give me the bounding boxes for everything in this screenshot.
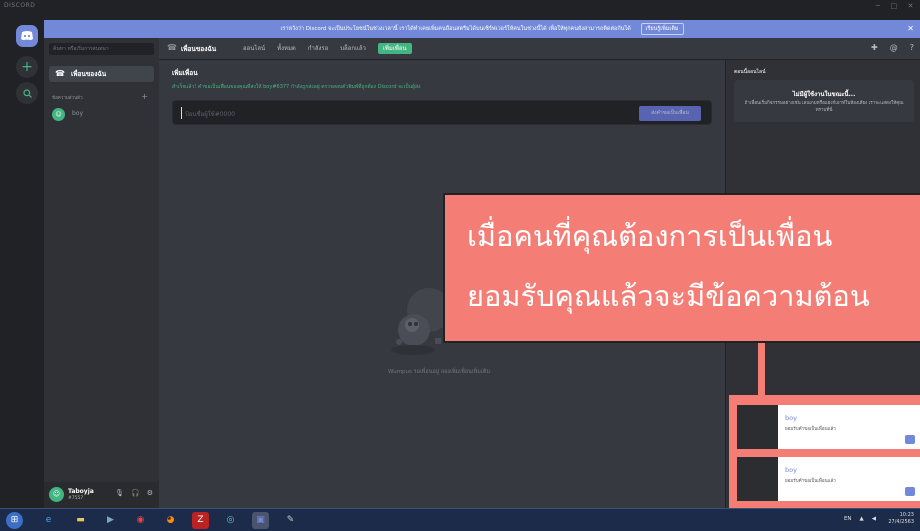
dm-name: boy bbox=[72, 110, 84, 117]
notification-message: ยอมรับคำขอเป็นเพื่อนแล้ว bbox=[785, 479, 836, 484]
volume-icon[interactable]: ◀ bbox=[872, 516, 876, 522]
notification-thumbnail bbox=[737, 405, 778, 449]
windows-taskbar: ⊞ e ▬ ▶ ◉ ◕ Z ◎ ▣ ✎ EN ▲ ◀ 10:23 27/4/25… bbox=[0, 508, 920, 531]
notification-card[interactable]: boy ยอมรับคำขอเป็นเพื่อนแล้ว bbox=[737, 405, 920, 449]
text-caret bbox=[181, 107, 182, 119]
banner-learn-more-link[interactable]: เรียนรู้เพิ่มเติม bbox=[640, 23, 684, 35]
app-icon[interactable]: ◎ bbox=[222, 512, 239, 529]
tab-add-friend[interactable]: เพิ่มเพื่อน bbox=[377, 43, 412, 54]
discord-logo-icon bbox=[905, 435, 915, 444]
language-indicator[interactable]: EN bbox=[844, 516, 852, 522]
close-window-button[interactable]: ✕ bbox=[908, 0, 914, 12]
add-friend-success-message: สำเร็จแล้ว! คำขอเป็นเพื่อนของคุณที่ส่งให… bbox=[172, 84, 421, 90]
tab-pending[interactable]: กำลังรอ bbox=[308, 43, 328, 54]
dm-header: ข้อความส่วนตัว + bbox=[52, 92, 152, 101]
tab-blocked[interactable]: บล็อกแล้ว bbox=[340, 43, 366, 54]
callout-line-1: เมื่อคนที่คุณต้องการเป็นเพื่อน bbox=[467, 219, 833, 253]
headphones-icon[interactable]: 🎧 bbox=[131, 489, 140, 497]
clock[interactable]: 10:23 27/4/2563 bbox=[888, 512, 914, 526]
tab-online[interactable]: ออนไลน์ bbox=[243, 43, 265, 54]
network-icon[interactable]: ▲ bbox=[860, 516, 864, 522]
maximize-button[interactable]: □ bbox=[891, 0, 898, 12]
active-now-body: ถ้าเพื่อนเริ่มกิจกรรมอย่างเช่น เล่นเกมหร… bbox=[744, 101, 904, 113]
media-player-icon[interactable]: ▶ bbox=[102, 512, 119, 529]
internet-explorer-icon[interactable]: e bbox=[40, 512, 57, 529]
notification-card[interactable]: boy ยอมรับคำขอเป็นเพื่อนแล้ว bbox=[737, 457, 920, 501]
home-button[interactable] bbox=[16, 25, 38, 47]
server-list: + bbox=[11, 20, 44, 508]
notification-highlight: boy ยอมรับคำขอเป็นเพื่อนแล้ว boy ยอมรับค… bbox=[729, 395, 920, 511]
add-friend-placeholder: ป้อนชื่อผู้ใช้#0000 bbox=[185, 111, 236, 118]
new-group-dm-icon[interactable]: ✚ bbox=[871, 43, 878, 52]
tutorial-callout: เมื่อคนที่คุณต้องการเป็นเพื่อน ยอมรับคุณ… bbox=[443, 193, 920, 343]
active-now-card: ไม่มีผู้ใช้งานในขณะนี้... ถ้าเพื่อนเริ่ม… bbox=[734, 80, 914, 122]
callout-line-2: ยอมรับคุณแล้วจะมีข้อความต้อน bbox=[467, 279, 870, 313]
clock-date: 27/4/2563 bbox=[888, 519, 914, 525]
start-button[interactable]: ⊞ bbox=[6, 512, 23, 529]
channel-sidebar: ค้นหา หรือเริ่มการสนทนา ☎ เพื่อนของฉัน ข… bbox=[44, 38, 159, 508]
add-friend-title: เพิ่มเพื่อน bbox=[172, 69, 198, 77]
paint-icon[interactable]: ✎ bbox=[282, 512, 299, 529]
notification-sender: boy bbox=[785, 414, 797, 422]
gear-icon[interactable]: ⚙ bbox=[147, 489, 153, 497]
page-title: เพื่อนของฉัน bbox=[181, 45, 217, 53]
filezilla-icon[interactable]: Z bbox=[192, 512, 209, 529]
username: Taboyja bbox=[68, 488, 94, 495]
friends-icon: ☎ bbox=[167, 43, 177, 52]
tab-all[interactable]: ทั้งหมด bbox=[277, 43, 296, 54]
user-tag: #7557 bbox=[68, 496, 84, 501]
friends-icon: ☎ bbox=[55, 69, 65, 78]
discord-taskbar-icon[interactable]: ▣ bbox=[252, 512, 269, 529]
active-now-title: ตอนนี้ออนไลน์ bbox=[734, 69, 766, 75]
notification-thumbnail bbox=[737, 457, 778, 501]
window-titlebar: DISCORD ─ □ ✕ bbox=[0, 0, 920, 12]
clock-time: 10:23 bbox=[899, 512, 914, 518]
inbox-icon[interactable]: @ bbox=[890, 43, 898, 52]
plus-icon: + bbox=[21, 59, 33, 75]
add-server-button[interactable]: + bbox=[16, 56, 38, 78]
explore-servers-button[interactable] bbox=[16, 82, 38, 104]
avatar[interactable]: ☺ bbox=[49, 487, 64, 502]
dm-list-item[interactable]: ☺ boy bbox=[50, 108, 150, 122]
send-friend-request-button[interactable]: ส่งคำขอเป็นเพื่อน bbox=[639, 106, 701, 121]
window-title: DISCORD bbox=[4, 2, 36, 9]
minimize-button[interactable]: ─ bbox=[876, 0, 881, 12]
discord-logo-icon bbox=[21, 31, 33, 41]
callout-connector bbox=[758, 343, 765, 395]
sidebar-item-label: เพื่อนของฉัน bbox=[71, 70, 107, 78]
friends-header: ☎ เพื่อนของฉัน ออนไลน์ ทั้งหมด กำลังรอ บ… bbox=[159, 38, 920, 60]
add-dm-icon[interactable]: + bbox=[141, 92, 148, 101]
file-explorer-icon[interactable]: ▬ bbox=[72, 512, 89, 529]
help-icon[interactable]: ? bbox=[910, 43, 914, 52]
empty-state-text: Wumpus รอเพื่อนอยู่ ลองเพิ่มเพื่อนเพิ่มเ… bbox=[387, 369, 491, 375]
discord-window: DISCORD ─ □ ✕ เราหวังว่า Discord จะเป็นป… bbox=[0, 0, 920, 531]
add-friend-input[interactable]: ป้อนชื่อผู้ใช้#0000 ส่งคำขอเป็นเพื่อน bbox=[172, 100, 712, 125]
banner-close-icon[interactable]: ✕ bbox=[907, 20, 914, 38]
sidebar-item-friends[interactable]: ☎ เพื่อนของฉัน bbox=[49, 66, 154, 82]
microphone-icon[interactable]: 🎙 bbox=[115, 489, 124, 497]
avatar: ☺ bbox=[52, 108, 65, 121]
search-icon bbox=[22, 88, 32, 98]
discord-logo-icon bbox=[905, 487, 915, 496]
search-input[interactable]: ค้นหา หรือเริ่มการสนทนา bbox=[49, 43, 154, 55]
firefox-icon[interactable]: ◕ bbox=[162, 512, 179, 529]
chrome-icon[interactable]: ◉ bbox=[132, 512, 149, 529]
user-panel: ☺ Taboyja #7557 🎙 🎧 ⚙ bbox=[44, 482, 159, 508]
active-now-heading: ไม่มีผู้ใช้งานในขณะนี้... bbox=[792, 91, 856, 98]
banner-text: เราหวังว่า Discord จะเป็นประโยชน์ในช่วงเ… bbox=[280, 26, 631, 32]
notification-message: ยอมรับคำขอเป็นเพื่อนแล้ว bbox=[785, 427, 836, 432]
notice-banner: เราหวังว่า Discord จะเป็นประโยชน์ในช่วงเ… bbox=[44, 20, 920, 38]
notification-sender: boy bbox=[785, 466, 797, 474]
dm-header-label: ข้อความส่วนตัว bbox=[52, 96, 83, 101]
